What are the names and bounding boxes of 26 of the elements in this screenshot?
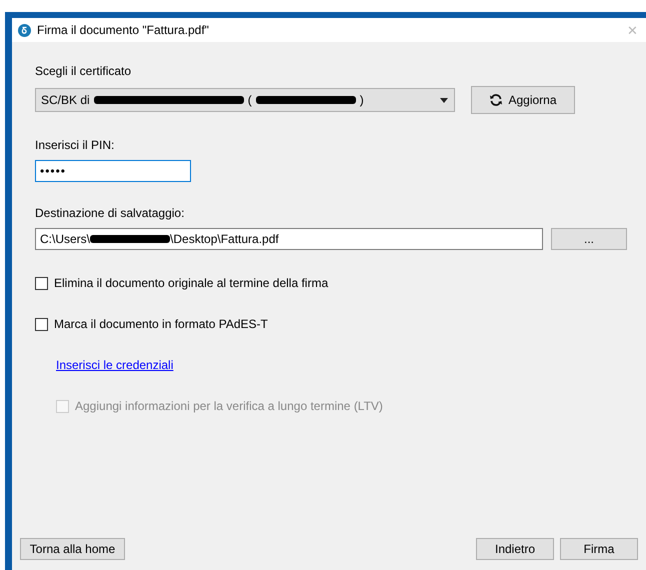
checkbox[interactable] [35, 318, 48, 330]
certificate-dropdown[interactable]: SC/BK di ( ) [35, 88, 455, 112]
refresh-icon [489, 93, 504, 107]
app-icon [18, 24, 31, 36]
field-text: SC/BK di [41, 92, 90, 109]
path-field[interactable]: C:\Users\ \Desktop\Fattura.pdf [35, 228, 543, 250]
field-label: Scegli il certificato [35, 63, 132, 80]
field-label: Inserisci il PIN: [35, 137, 116, 154]
pin-field[interactable]: ••••• [35, 160, 191, 182]
checkbox-label: Elimina il documento originale al termine della firma [54, 275, 328, 292]
window-title: Firma il documento "Fattura.pdf" [37, 22, 210, 39]
field-text: ( [248, 92, 252, 109]
field-text: C:\Users\ [40, 231, 90, 248]
dialog-button[interactable]: Torna alla home [20, 538, 125, 560]
dialog-button[interactable]: Indietro [476, 538, 554, 560]
browse-button[interactable]: ... [551, 228, 627, 250]
checkbox[interactable] [35, 276, 48, 290]
field-label: Destinazione di salvataggio: [35, 205, 186, 222]
checkbox-label: Aggiungi informazioni per la verifica a lungo termine (LTV) [75, 398, 383, 415]
credentials-link[interactable]: Inserisci le credenziali [56, 356, 174, 374]
dialog-button[interactable]: Firma [560, 538, 638, 560]
checkbox-label: Marca il documento in formato PAdES-T [54, 316, 268, 333]
field-text: ) [360, 92, 364, 109]
caret-icon [440, 98, 448, 102]
refresh-button[interactable]: Aggiorna [471, 86, 575, 114]
field-text: \Desktop\Fattura.pdf [170, 231, 279, 248]
